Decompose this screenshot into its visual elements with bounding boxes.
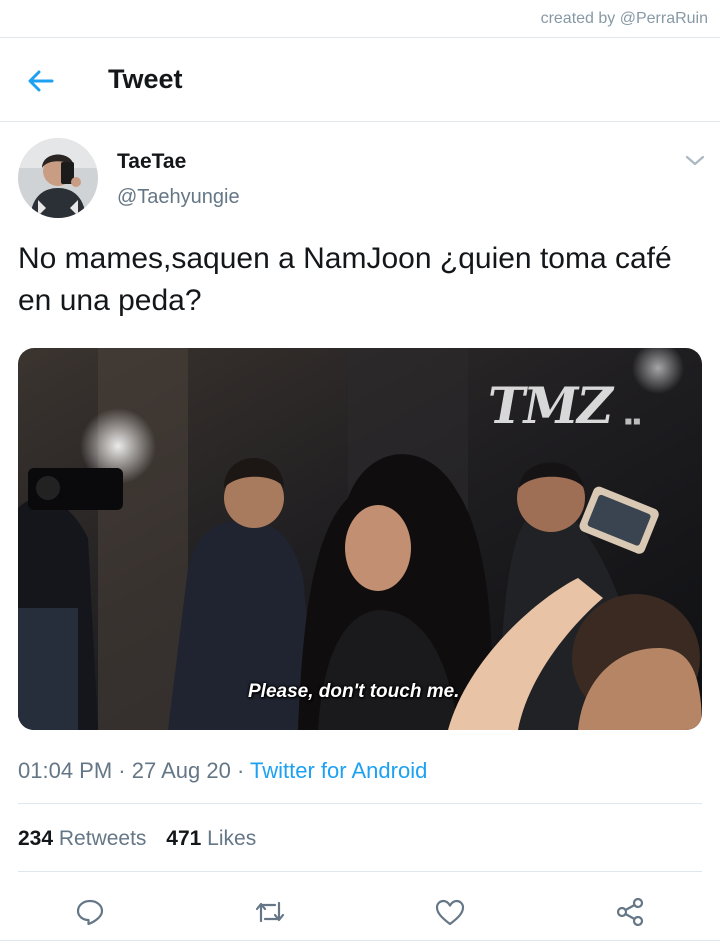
divider [0,940,720,941]
meta-separator: · [118,758,126,783]
retweets-stat[interactable]: 234 Retweets [18,827,146,851]
back-button[interactable] [22,62,60,100]
retweet-button[interactable] [248,890,292,934]
retweet-icon [255,901,285,923]
watermark-text: created by @PerraRuin [540,10,708,27]
tweet-actions [0,888,720,936]
display-name[interactable]: TaeTae [117,150,186,174]
like-button[interactable] [428,890,472,934]
tweet-time: 01:04 PM [18,758,113,783]
retweets-count: 234 [18,827,54,850]
tweet-metadata: 01:04 PM · 27 Aug 20 · Twitter for Andro… [18,758,427,784]
tweet-date: 27 Aug 20 [131,758,231,783]
media-subtitle: Please, don't touch me. [248,681,460,702]
logo-decoration: ▪▪ [624,408,642,435]
tmz-logo-watermark: TMZ [482,376,617,435]
user-handle[interactable]: @Taehyungie [117,186,240,209]
tweet-text: No mames,saquen a NamJoon ¿quien toma ca… [18,242,672,317]
likes-label: Likes [207,827,257,850]
chevron-down-icon [685,155,705,166]
likes-stat[interactable]: 471 Likes [166,827,256,851]
reply-icon [76,899,104,926]
tweet-stats: 234 Retweets 471 Likes [18,827,256,851]
likes-count: 471 [166,827,202,850]
page-title: Tweet [108,64,183,94]
divider [18,803,702,804]
tweet-source-link[interactable]: Twitter for Android [250,758,427,783]
avatar[interactable] [18,138,98,218]
tweet-media-image[interactable]: TMZ ▪▪ Please, don't touch me. [18,348,702,730]
reply-button[interactable] [68,890,112,934]
meta-separator: · [236,758,245,783]
share-button[interactable] [608,890,652,934]
share-icon [616,897,644,927]
like-icon [435,899,465,926]
top-bar: Tweet [0,38,720,122]
retweets-label: Retweets [58,827,147,850]
more-options-button[interactable] [682,150,708,170]
divider [18,871,702,872]
watermark-bar: created by @PerraRuin [0,0,720,38]
arrow-left-icon [28,70,54,92]
